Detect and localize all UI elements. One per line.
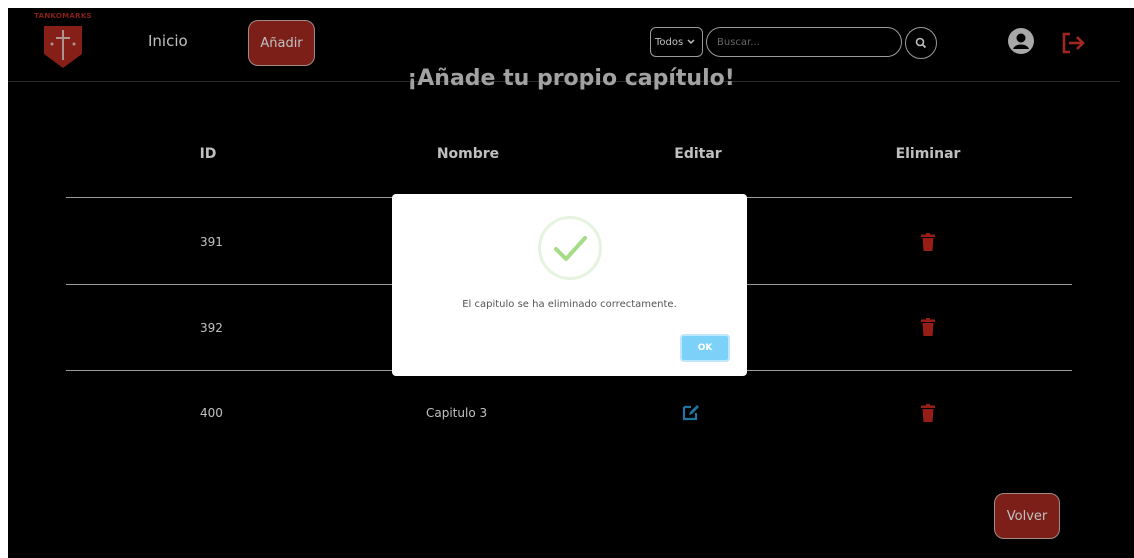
success-check-circle bbox=[538, 216, 602, 280]
success-dialog: El capitulo se ha eliminado correctament… bbox=[392, 194, 747, 376]
dialog-message: El capitulo se ha eliminado correctament… bbox=[462, 299, 677, 310]
app-window: TANKOMARKS Inicio Añadir Todos Buscar...… bbox=[8, 8, 1134, 558]
checkmark-icon bbox=[554, 236, 587, 261]
ok-button[interactable]: OK bbox=[680, 334, 730, 362]
